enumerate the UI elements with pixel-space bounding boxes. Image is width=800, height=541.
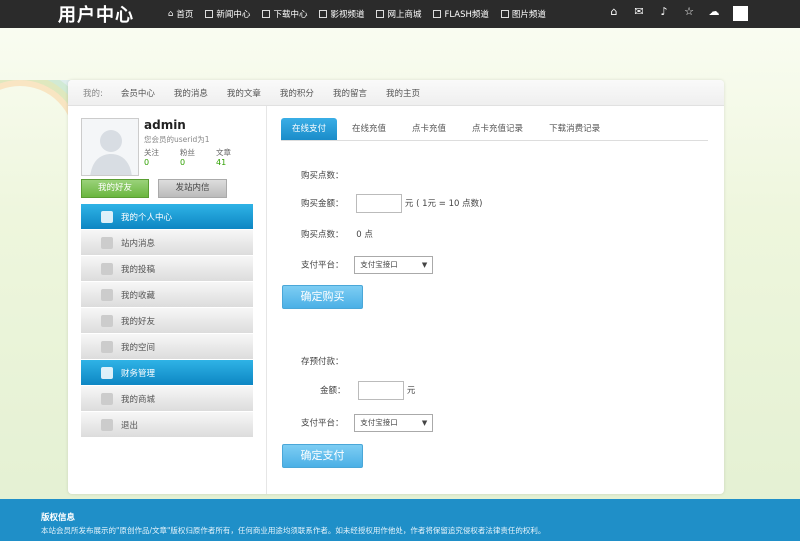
top-icons: ⌂ ✉ ♪ ☆ ☁ xyxy=(608,6,720,18)
payment-tabs: 在线支付 在线充值 点卡充值 点卡充值记录 下载消费记录 xyxy=(281,118,708,141)
platform-label: 支付平台： xyxy=(301,418,344,429)
tab-online-recharge[interactable]: 在线充值 xyxy=(341,118,397,140)
subnav-my-comments[interactable]: 我的留言 xyxy=(333,87,367,99)
username: admin xyxy=(144,118,186,132)
stat-articles[interactable]: 文章 41 xyxy=(216,148,252,168)
home-icon: ⌂ xyxy=(168,9,174,19)
nav-home[interactable]: ⌂ 首页 xyxy=(168,8,193,20)
buy-points-row: 购买点数： 0 点 xyxy=(301,228,373,240)
grid-icon xyxy=(433,10,442,18)
menu-my-friends[interactable]: 我的好友 xyxy=(81,308,253,334)
grid-icon xyxy=(500,10,509,18)
prepay-amount-label: 金额： xyxy=(320,386,346,396)
menu-my-submissions[interactable]: 我的投稿 xyxy=(81,256,253,282)
user-stats: 关注 0 粉丝 0 文章 41 xyxy=(144,148,252,168)
message-icon xyxy=(101,236,113,249)
space-icon xyxy=(101,340,113,353)
tab-card-recharge[interactable]: 点卡充值 xyxy=(401,118,457,140)
footer-title: 版权信息 xyxy=(41,513,76,523)
column-divider xyxy=(266,106,267,494)
prepay-amount-row: 金额： 元 xyxy=(320,381,415,400)
stat-fans[interactable]: 粉丝 0 xyxy=(180,148,216,168)
menu-site-messages[interactable]: 站内消息 xyxy=(81,230,253,256)
cart-icon xyxy=(101,392,113,405)
grid-icon xyxy=(319,10,328,18)
my-friends-button[interactable]: 我的好友 xyxy=(81,179,149,198)
prepay-amount-input[interactable] xyxy=(358,381,405,400)
confirm-buy-button[interactable]: 确定购买 xyxy=(282,285,363,309)
tab-download-log[interactable]: 下载消费记录 xyxy=(538,118,611,140)
footer: 版权信息 本站会员所发布展示的"原创作品/文章"版权归原作者所有，任何商业用途均… xyxy=(0,499,800,541)
menu-personal-center[interactable]: 我的个人中心 xyxy=(81,204,253,230)
grid-icon xyxy=(376,10,385,18)
buy-amount-row: 购买金额： 元 ( 1元 = 10 点数) xyxy=(301,194,482,213)
mail-icon[interactable]: ✉ xyxy=(633,6,645,18)
stat-follow[interactable]: 关注 0 xyxy=(144,148,180,168)
main-panel: 我的: 会员中心 我的消息 我的文章 我的积分 我的留言 我的主页 admin … xyxy=(68,80,724,494)
prepay-amount-unit: 元 xyxy=(406,386,416,396)
subnav-member-center[interactable]: 会员中心 xyxy=(121,87,155,99)
menu-finance[interactable]: 财务管理 xyxy=(81,360,253,386)
grid-icon xyxy=(262,10,271,18)
top-bar: 用户中心 ⌂ 首页 新闻中心 下载中心 影视频道 网上商城 FLASH频道 图片频… xyxy=(0,0,800,28)
top-nav: ⌂ 首页 新闻中心 下载中心 影视频道 网上商城 FLASH频道 图片频道 xyxy=(168,8,546,20)
grid-icon xyxy=(205,10,214,18)
platform-label: 支付平台： xyxy=(301,260,344,271)
power-icon xyxy=(101,418,113,431)
user-avatar-box[interactable] xyxy=(733,6,748,21)
platform-select[interactable]: 支付宝接口 ▼ xyxy=(354,256,434,274)
side-menu: 我的个人中心 站内消息 我的投稿 我的收藏 我的好友 我的空间 财务管理 我的商… xyxy=(81,204,253,438)
upload-icon[interactable]: ☁ xyxy=(708,6,720,18)
menu-my-shop[interactable]: 我的商城 xyxy=(81,386,253,412)
subnav-my-homepage[interactable]: 我的主页 xyxy=(386,87,420,99)
volume-icon[interactable]: ♪ xyxy=(658,6,670,18)
prepay-title: 存预付款： xyxy=(301,357,344,367)
subnav-my-messages[interactable]: 我的消息 xyxy=(174,87,208,99)
sub-nav: 我的: 会员中心 我的消息 我的文章 我的积分 我的留言 我的主页 xyxy=(68,80,724,106)
menu-logout[interactable]: 退出 xyxy=(81,412,253,438)
buy-points-label: 购买点数： xyxy=(301,230,344,240)
edit-icon xyxy=(101,262,113,275)
tab-card-recharge-log[interactable]: 点卡充值记录 xyxy=(461,118,534,140)
confirm-pay-button[interactable]: 确定支付 xyxy=(282,444,363,468)
nav-video[interactable]: 影视频道 xyxy=(319,8,364,20)
subnav-my-articles[interactable]: 我的文章 xyxy=(227,87,261,99)
menu-my-favorites[interactable]: 我的收藏 xyxy=(81,282,253,308)
nav-photo[interactable]: 图片频道 xyxy=(500,8,546,20)
buy-points-title: 购买点数： xyxy=(301,171,344,181)
send-message-button[interactable]: 发站内信 xyxy=(158,179,227,198)
star-icon xyxy=(101,288,113,301)
userid-line: 您会员的userid为1 xyxy=(144,135,210,144)
buy-amount-input[interactable] xyxy=(356,194,403,213)
nav-flash[interactable]: FLASH频道 xyxy=(433,8,489,20)
friends-icon xyxy=(101,314,113,327)
platform-row-1: 支付平台： 支付宝接口 ▼ xyxy=(301,256,434,274)
chevron-down-icon: ▼ xyxy=(421,419,428,427)
subnav-label: 我的: xyxy=(83,88,103,99)
diamond-icon xyxy=(101,366,113,379)
buy-points-value: 0 点 xyxy=(356,230,373,240)
platform-select[interactable]: 支付宝接口 ▼ xyxy=(354,414,434,432)
nav-download[interactable]: 下载中心 xyxy=(262,8,307,20)
subnav-my-points[interactable]: 我的积分 xyxy=(280,87,314,99)
home-icon[interactable]: ⌂ xyxy=(608,6,620,18)
avatar[interactable] xyxy=(81,118,139,176)
menu-my-space[interactable]: 我的空间 xyxy=(81,334,253,360)
buy-amount-unit: 元 ( 1元 = 10 点数) xyxy=(404,199,483,209)
footer-text: 本站会员所发布展示的"原创作品/文章"版权归原作者所有，任何商业用途均须联系作者… xyxy=(41,526,546,535)
star-icon[interactable]: ☆ xyxy=(683,6,695,18)
chevron-down-icon: ▼ xyxy=(421,261,428,269)
tab-online-payment[interactable]: 在线支付 xyxy=(281,118,338,140)
users-icon xyxy=(101,210,113,223)
user-silhouette-icon xyxy=(90,130,132,175)
nav-news[interactable]: 新闻中心 xyxy=(205,8,250,20)
nav-shop[interactable]: 网上商城 xyxy=(376,8,421,20)
brand-title: 用户中心 xyxy=(58,5,134,26)
buy-amount-label: 购买金额： xyxy=(301,199,344,209)
platform-row-2: 支付平台： 支付宝接口 ▼ xyxy=(301,414,434,432)
